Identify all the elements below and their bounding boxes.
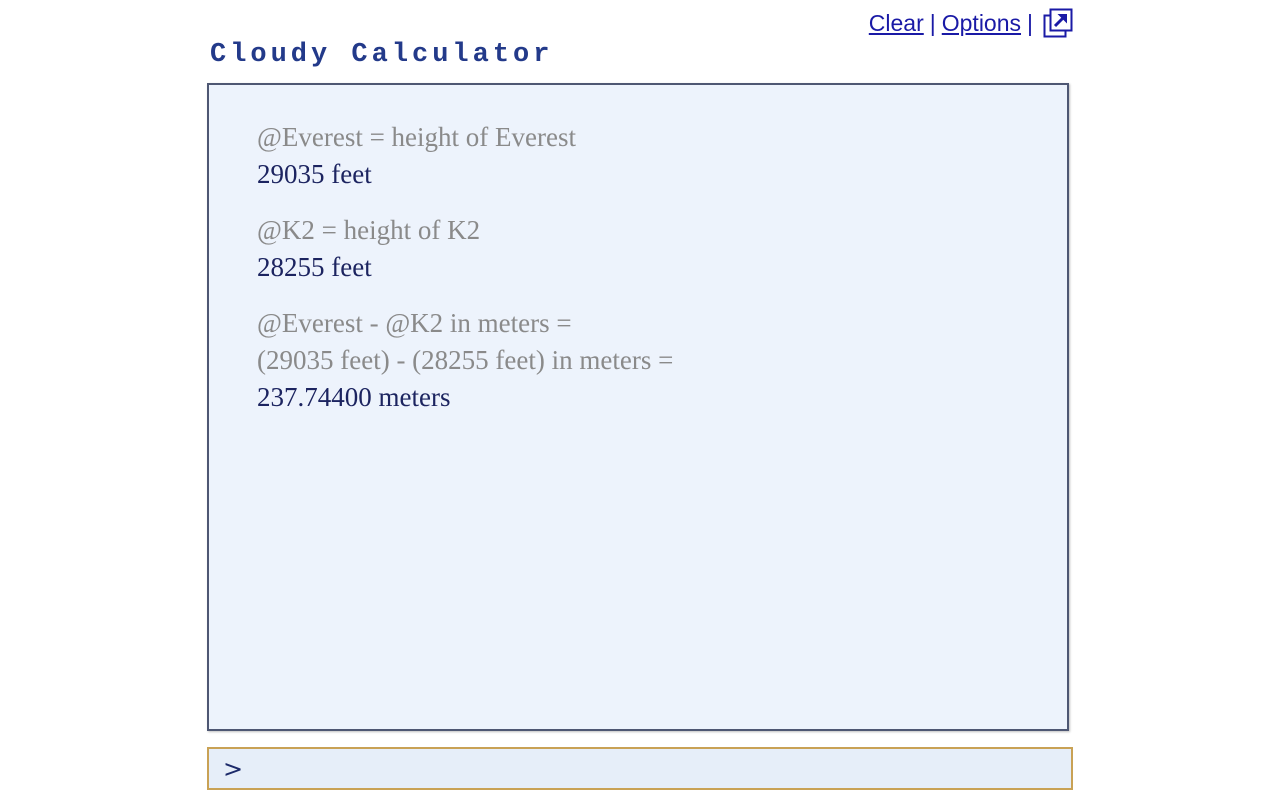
entry-expression-expanded: (29035 feet) - (28255 feet) in meters =: [257, 345, 674, 375]
link-separator: |: [1027, 9, 1033, 36]
popout-arrow-icon[interactable]: [1043, 8, 1073, 38]
entry-result: 237.74400 meters: [257, 382, 451, 412]
calculation-entry: @Everest = height of Everest 29035 feet: [257, 119, 673, 193]
input-bar: >: [207, 747, 1073, 790]
entry-result: 28255 feet: [257, 252, 372, 282]
calculation-history: @Everest = height of Everest 29035 feet …: [257, 119, 673, 435]
calculation-entry: @K2 = height of K2 28255 feet: [257, 212, 673, 286]
top-links: Clear | Options |: [869, 6, 1073, 40]
app-title: Cloudy Calculator: [210, 40, 554, 70]
output-panel: @Everest = height of Everest 29035 feet …: [207, 83, 1069, 731]
calculator-input[interactable]: [249, 749, 1071, 788]
prompt-symbol: >: [223, 754, 244, 783]
options-link[interactable]: Options: [942, 10, 1021, 37]
entry-expression: @K2 = height of K2: [257, 215, 481, 245]
clear-link[interactable]: Clear: [869, 10, 924, 37]
entry-expression: @Everest - @K2 in meters =: [257, 308, 572, 338]
entry-expression: @Everest = height of Everest: [257, 122, 576, 152]
calculation-entry: @Everest - @K2 in meters = (29035 feet) …: [257, 305, 673, 416]
link-separator: |: [929, 9, 936, 36]
entry-result: 29035 feet: [257, 159, 372, 189]
